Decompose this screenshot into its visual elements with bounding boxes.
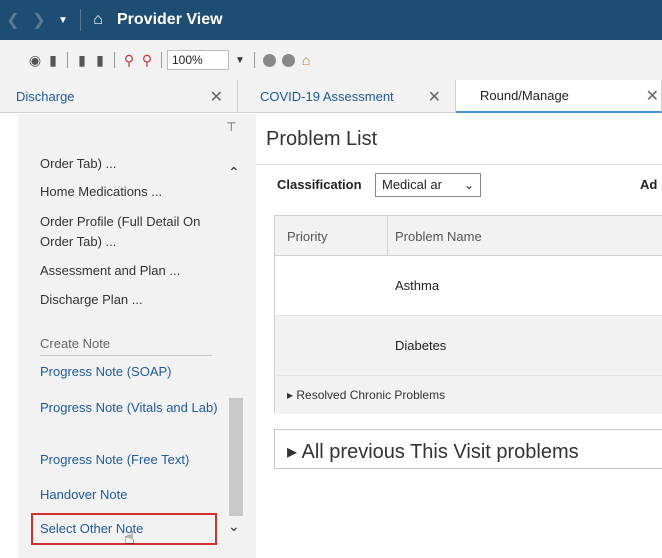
circle-icon[interactable]	[281, 53, 295, 67]
classification-select[interactable]: Medical ar ⌄	[375, 173, 481, 197]
column-divider	[387, 216, 388, 256]
problem-grid: Priority Problem Name Asthma Diabetes ▸ …	[274, 215, 662, 414]
column-header-problem-name[interactable]: Problem Name	[395, 229, 482, 244]
section-label: All previous This Visit problems	[301, 441, 579, 463]
close-icon[interactable]: ✕	[428, 87, 441, 107]
copy-icon[interactable]: ▮	[91, 52, 109, 69]
create-note-header: Create Note	[40, 336, 111, 351]
scrollbar[interactable]	[229, 398, 243, 516]
tab-discharge[interactable]: Discharge ✕	[0, 80, 238, 113]
resolved-chronic-label: ▸ Resolved Chronic Problems	[287, 388, 446, 402]
dropdown-icon[interactable]: ▼	[52, 15, 74, 26]
nav-item-discharge-plan[interactable]: Discharge Plan ...	[40, 290, 220, 310]
page-title: Provider View	[117, 11, 223, 28]
chevron-down-icon[interactable]: ⌄	[228, 518, 240, 535]
divider	[40, 355, 212, 356]
tab-label: COVID-19 Assessment	[260, 89, 394, 104]
zoom-in-icon[interactable]: ⚲	[138, 52, 156, 69]
column-header-priority[interactable]: Priority	[287, 229, 327, 244]
close-icon[interactable]: ✕	[646, 86, 659, 106]
previous-problems-label: ▸ All previous This Visit problems	[287, 441, 579, 463]
table-row[interactable]: Diabetes	[275, 316, 662, 376]
separator	[114, 52, 115, 68]
chevron-down-icon[interactable]: ▼	[235, 55, 245, 66]
zoom-select[interactable]: 100%	[167, 50, 229, 70]
left-nav-pane: ⊤ ⌃ Order Tab) ... Home Medications ... …	[18, 114, 256, 558]
tab-label: Discharge	[16, 89, 75, 104]
home-icon[interactable]: ⌂	[87, 11, 109, 29]
grid-header: Priority Problem Name	[275, 216, 662, 256]
separator	[253, 52, 255, 68]
separator	[67, 52, 68, 68]
table-row[interactable]: Asthma	[275, 256, 662, 316]
problem-name: Asthma	[395, 278, 440, 293]
tab-round-manage[interactable]: Round/Manage ✕	[456, 80, 662, 113]
toolbar: ◉ ▮ ▮ ▮ ⚲ ⚲ 100% ▼ ⌂	[0, 40, 662, 80]
print-icon[interactable]: ▮	[73, 52, 91, 69]
tab-bar: Discharge ✕ COVID-19 Assessment ✕ Round/…	[0, 80, 662, 113]
add-label[interactable]: Ad	[640, 177, 657, 192]
tab-covid-assessment[interactable]: COVID-19 Assessment ✕	[238, 80, 456, 113]
back-arrow-icon[interactable]: ❮	[0, 10, 26, 30]
zoom-out-icon[interactable]: ⚲	[120, 52, 138, 69]
page-icon[interactable]: ▮	[44, 52, 62, 69]
title-bar: ❮ ❯ ▼ ⌂ Provider View	[0, 0, 662, 40]
house-icon[interactable]: ⌂	[302, 52, 310, 68]
problem-name: Diabetes	[395, 338, 447, 353]
nav-item-assessment-plan[interactable]: Assessment and Plan ...	[40, 261, 220, 281]
note-link-progress-free-text[interactable]: Progress Note (Free Text)	[40, 450, 220, 470]
classification-value: Medical ar	[382, 177, 442, 192]
chevron-up-icon[interactable]: ⌃	[228, 164, 240, 181]
note-link-handover[interactable]: Handover Note	[40, 485, 220, 505]
separator	[80, 9, 81, 31]
note-link-progress-soap[interactable]: Progress Note (SOAP)	[40, 362, 220, 382]
note-link-progress-vitals-lab[interactable]: Progress Note (Vitals and Lab)	[40, 398, 220, 418]
nav-item-order-tab[interactable]: Order Tab) ...	[40, 154, 220, 174]
hand-cursor-icon: ☝	[124, 528, 135, 548]
group-label: Resolved Chronic Problems	[296, 388, 446, 402]
close-icon[interactable]: ✕	[210, 87, 223, 107]
previous-problems-section[interactable]: ▸ All previous This Visit problems	[274, 429, 662, 469]
chevron-down-icon[interactable]: ⌄	[464, 174, 474, 196]
binoculars-icon[interactable]: ◉	[26, 52, 44, 69]
classification-label: Classification	[277, 177, 362, 192]
pin-icon[interactable]: ⊤	[226, 120, 236, 134]
tab-label: Round/Manage	[480, 88, 569, 103]
problem-list-panel: Problem List Classification Medical ar ⌄…	[256, 114, 662, 558]
circle-icon[interactable]	[262, 53, 276, 67]
forward-arrow-icon[interactable]: ❯	[26, 10, 52, 30]
problem-list-title: Problem List	[266, 128, 378, 150]
divider	[256, 164, 662, 165]
resolved-chronic-group[interactable]: ▸ Resolved Chronic Problems	[275, 376, 662, 414]
nav-item-order-profile[interactable]: Order Profile (Full Detail On Order Tab)…	[40, 212, 220, 252]
nav-item-home-medications[interactable]: Home Medications ...	[40, 182, 220, 202]
separator	[161, 52, 162, 68]
